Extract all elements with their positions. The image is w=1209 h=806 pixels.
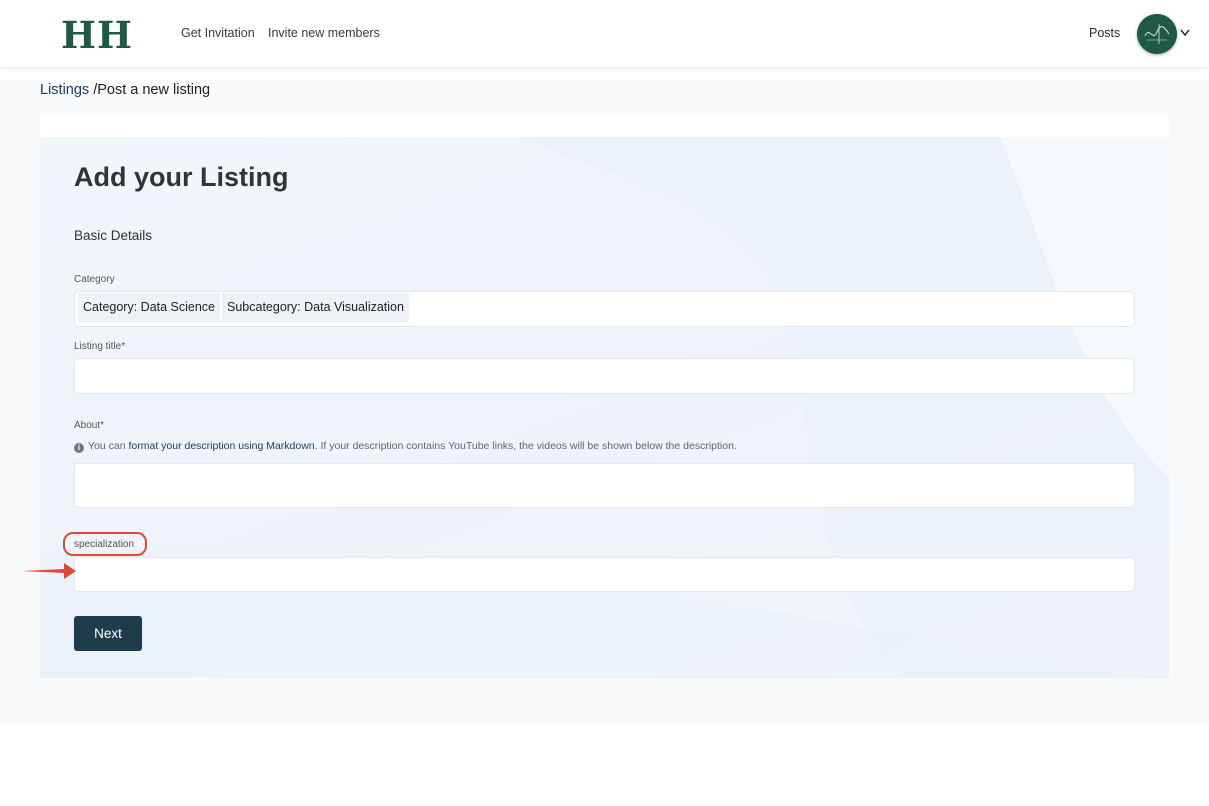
- specialization-input[interactable]: [74, 557, 1135, 592]
- breadcrumb-current: Post a new listing: [97, 82, 211, 98]
- category-label: Category: [74, 274, 115, 285]
- about-label: About*: [74, 420, 105, 431]
- nav-invite-new-members[interactable]: Invite new members: [268, 26, 380, 40]
- listing-card-background: [40, 137, 1169, 678]
- next-button[interactable]: Next: [74, 616, 142, 651]
- specialization-label: specialization: [74, 539, 135, 550]
- hint-prefix: You can: [88, 440, 129, 452]
- breadcrumb-listings-link[interactable]: Listings: [40, 82, 89, 98]
- top-header: HH Get Invitation Invite new members Pos…: [0, 0, 1209, 67]
- about-hint: i You can format your description using M…: [74, 440, 737, 453]
- about-textarea[interactable]: [74, 463, 1135, 508]
- listing-title-label: Listing title*: [74, 341, 126, 352]
- breadcrumb: Listings /Post a new listing: [40, 82, 210, 98]
- nav-get-invitation[interactable]: Get Invitation: [181, 26, 255, 40]
- form-title: Add your Listing: [74, 162, 289, 192]
- arrow-right-icon: [22, 563, 76, 579]
- nav-posts[interactable]: Posts: [1089, 26, 1120, 40]
- hint-suffix: . If your description contains YouTube l…: [314, 440, 737, 452]
- markdown-help-link[interactable]: format your description using Markdown: [128, 440, 314, 452]
- section-basic-details: Basic Details: [74, 228, 153, 243]
- subcategory-chip[interactable]: Subcategory: Data Visualization: [222, 293, 409, 322]
- user-avatar[interactable]: [1137, 14, 1177, 54]
- info-icon: i: [74, 443, 84, 453]
- chevron-down-icon[interactable]: [1179, 28, 1191, 38]
- background-wave-decoration: [40, 137, 1169, 678]
- site-logo[interactable]: HH: [61, 13, 133, 57]
- listing-title-input[interactable]: [74, 358, 1135, 394]
- category-chip[interactable]: Category: Data Science: [78, 293, 221, 322]
